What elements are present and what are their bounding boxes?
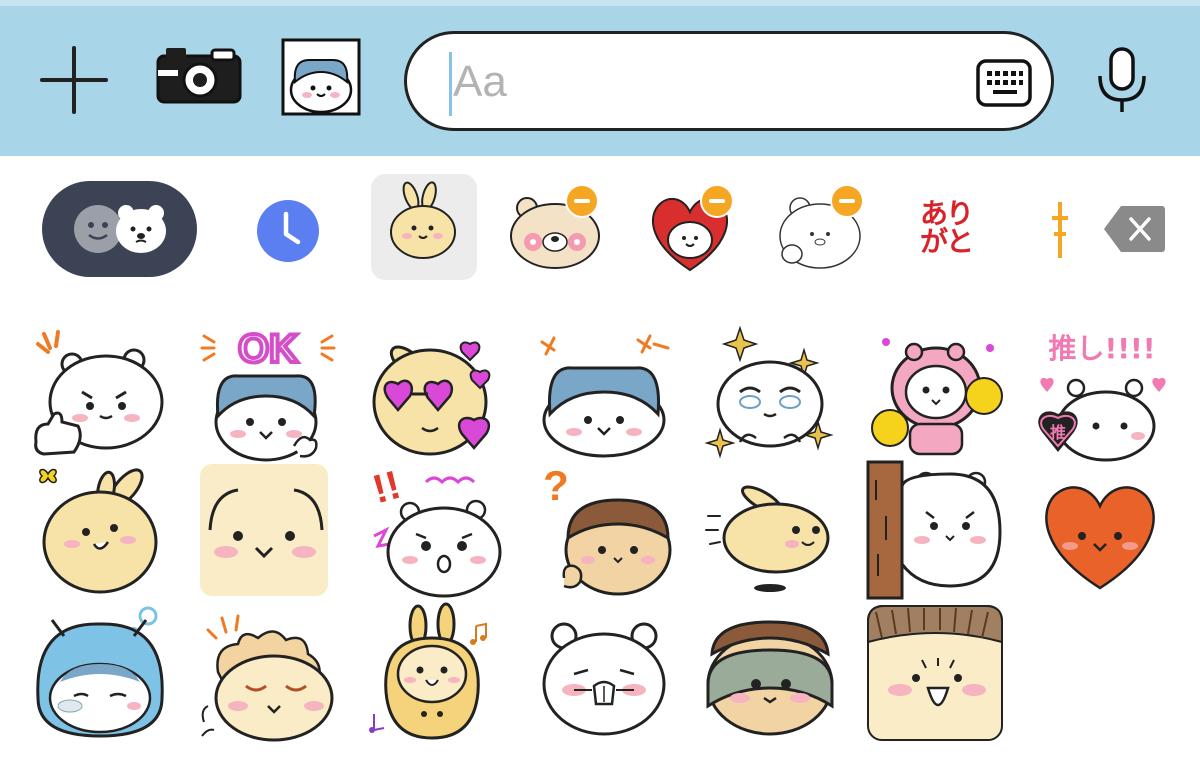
sticker-pack-tab-arigato[interactable]: あり がと	[920, 200, 990, 256]
recent-tab[interactable]	[255, 198, 321, 264]
sticker-hooded-hachiware[interactable]	[30, 602, 170, 742]
microphone-icon[interactable]	[1094, 46, 1150, 116]
clock-icon	[257, 200, 319, 262]
backspace-icon[interactable]	[1103, 204, 1166, 254]
exclaim-caption: !!	[368, 463, 405, 512]
plus-icon[interactable]	[40, 46, 108, 114]
sticker-pack-tab-usagi[interactable]	[371, 174, 477, 280]
sticker-pack-tab-kuma[interactable]	[505, 178, 605, 278]
message-field[interactable]	[404, 31, 1054, 131]
sticker-pompom-pink[interactable]	[866, 322, 1006, 462]
message-input-bar	[0, 0, 1200, 156]
remove-badge-icon[interactable]	[565, 184, 599, 218]
ok-caption: OK	[238, 327, 298, 371]
sticker-pack-tab-partial[interactable]	[1048, 198, 1074, 262]
sticker-peeking-bear[interactable]	[866, 460, 1006, 600]
sticker-question-kurimanju[interactable]: ?	[534, 460, 674, 600]
sticker-sparkle-hamster[interactable]	[700, 322, 840, 462]
camera-icon[interactable]	[154, 44, 244, 106]
bear-icon	[114, 203, 168, 255]
sticker-pack-tab-white[interactable]	[770, 178, 870, 278]
sticker-usagi-closeup[interactable]	[198, 460, 338, 600]
sticker-singing-usagi[interactable]	[366, 602, 506, 742]
oshi-caption: 推し!!!!	[1048, 332, 1155, 365]
sticker-tab-bar: あり がと	[0, 170, 1200, 290]
sticker-hedgehog-closeup[interactable]	[866, 602, 1006, 742]
sticker-hachiware-happy[interactable]	[534, 322, 674, 462]
usagi-icon	[390, 181, 456, 259]
sticker-running-usagi[interactable]	[700, 460, 840, 600]
sticker-ok-hachiware[interactable]: OK	[198, 322, 338, 462]
sticker-orange-heart[interactable]	[1030, 460, 1170, 600]
sticker-crying-bear[interactable]	[534, 602, 674, 742]
sticker-oshi-bear[interactable]: 推し!!!! 推	[1030, 322, 1170, 462]
arigato-line-1: あり	[920, 197, 974, 230]
photo-icon[interactable]	[281, 38, 361, 116]
message-input[interactable]	[453, 48, 953, 116]
keyboard-icon[interactable]	[975, 56, 1033, 110]
remove-badge-icon[interactable]	[700, 184, 734, 218]
arigato-line-2: がと	[920, 225, 974, 258]
sticker-grid: OK 推し!!!! 推 !! ?	[0, 310, 1200, 777]
emoji-tab[interactable]	[42, 181, 197, 277]
text-caret	[449, 52, 452, 116]
sticker-pack-tab-heart[interactable]	[640, 178, 740, 278]
top-divider	[0, 0, 1200, 6]
sticker-usagi-butterfly[interactable]	[30, 460, 170, 600]
sticker-surprised-bear[interactable]: !!	[366, 460, 506, 600]
oshi-badge: 推	[1050, 423, 1066, 442]
remove-badge-icon[interactable]	[830, 184, 864, 218]
question-caption: ?	[543, 462, 569, 509]
sticker-thumbs-up-bear[interactable]	[30, 322, 170, 462]
sticker-heart-glasses-usagi[interactable]	[366, 322, 506, 462]
sticker-lion-crying[interactable]	[198, 602, 338, 742]
sticker-kurimanju-green[interactable]	[700, 602, 840, 742]
